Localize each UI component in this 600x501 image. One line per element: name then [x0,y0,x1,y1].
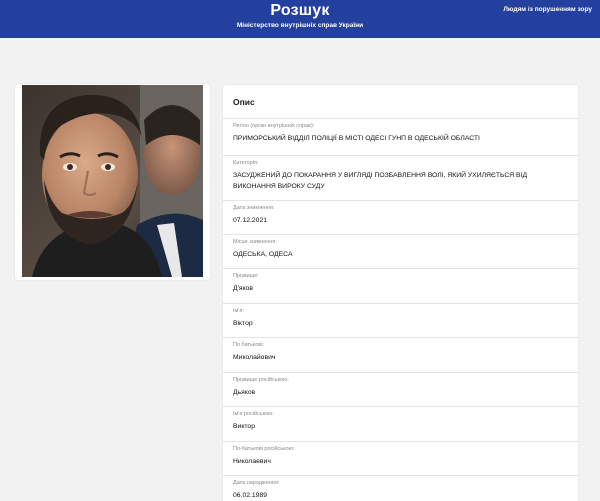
field-surname: Прізвище: Д'яков [223,268,578,303]
field-category: Категорія: ЗАСУДЖЕНИЙ ДО ПОКАРАННЯ У ВИГ… [223,155,578,200]
field-disappearance-date: Дата зникнення: 07.12.2021 [223,200,578,234]
field-patronymic-russian: По-батькові російською: Николаевич [223,441,578,475]
field-value: Виктор [233,423,255,430]
ministry-subtitle: Міністерство внутрішніх справ України [236,22,364,29]
field-value: 06.02.1989 [233,492,268,499]
field-label: По батькові: [233,342,265,348]
field-value: Д'яков [233,285,254,292]
accessibility-link[interactable]: Людям із порушенням зору [503,6,592,13]
field-value: ЗАСУДЖЕНИЙ ДО ПОКАРАННЯ У ВИГЛЯДІ ПОЗБАВ… [233,172,528,190]
description-title: Опис [233,97,255,107]
field-surname-russian: Прізвище російською: Дьяков [223,372,578,406]
field-label: Прізвище російською: [233,377,289,383]
field-value: 07.12.2021 [233,217,268,224]
field-first-name: Ім'я: Віктор [223,303,578,337]
field-label: Регіон (орган внутрішніх справ): [233,123,315,129]
field-label: По-батькові російською: [233,446,295,452]
field-value: Николаевич [233,458,271,465]
field-disappearance-place: Місце зникнення: ОДЕСЬКА, ОДЕСА [223,234,578,268]
field-label: Ім'я: [233,308,244,314]
field-label: Прізвище: [233,273,259,279]
field-value: ОДЕСЬКА, ОДЕСА [233,251,293,258]
field-value: Миколайович [233,354,276,361]
field-label: Категорія: [233,160,259,166]
field-value: ПРИМОРСЬКИЙ ВІДДІЛ ПОЛІЦІЇ В МІСТІ ОДЕСІ… [233,135,480,142]
field-birth-date: Дата народження: 06.02.1989 [223,475,578,501]
field-label: Місце зникнення: [233,239,277,245]
site-header: Розшук Міністерство внутрішніх справ Укр… [0,0,600,38]
field-value: Дьяков [233,389,256,396]
person-photo [22,85,203,277]
description-card: Опис Регіон (орган внутрішніх справ): ПР… [223,85,578,501]
field-value: Віктор [233,320,253,327]
field-label: Ім'я російською: [233,411,274,417]
field-label: Дата зникнення: [233,205,275,211]
field-label: Дата народження: [233,480,280,486]
field-region: Регіон (орган внутрішніх справ): ПРИМОРС… [223,118,578,155]
photo-card [15,84,210,280]
field-patronymic: По батькові: Миколайович [223,337,578,372]
field-first-name-russian: Ім'я російською: Виктор [223,406,578,441]
